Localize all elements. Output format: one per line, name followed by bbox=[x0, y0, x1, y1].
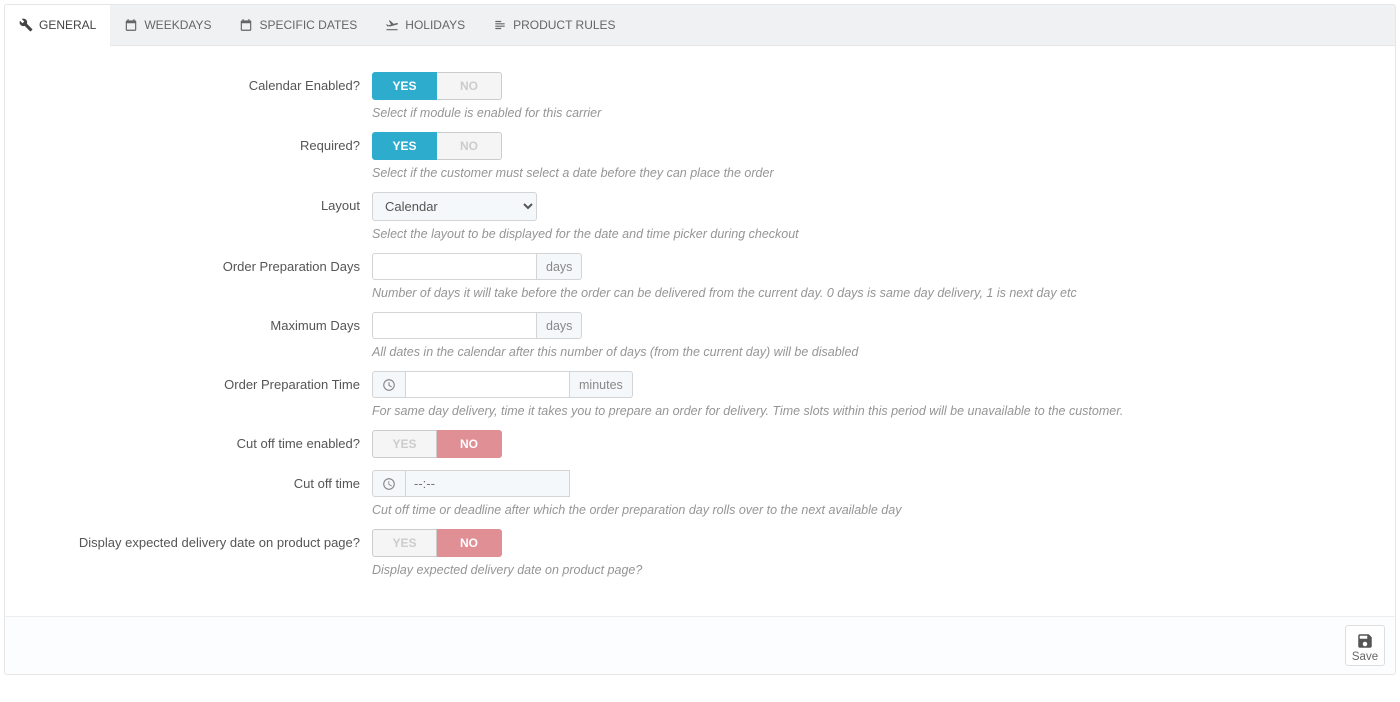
input-order-prep-time[interactable] bbox=[405, 371, 570, 398]
label-required: Required? bbox=[15, 132, 370, 153]
toggle-no[interactable]: NO bbox=[437, 72, 502, 100]
calendar-icon bbox=[124, 18, 138, 32]
plane-icon bbox=[385, 18, 399, 32]
list-icon bbox=[493, 18, 507, 32]
label-calendar-enabled: Calendar Enabled? bbox=[15, 72, 370, 93]
help-text: Number of days it will take before the o… bbox=[372, 286, 1385, 300]
clock-icon bbox=[372, 470, 405, 497]
tab-label: GENERAL bbox=[39, 18, 96, 32]
tab-label: SPECIFIC DATES bbox=[259, 18, 357, 32]
timer-icon bbox=[372, 371, 405, 398]
toggle-no[interactable]: NO bbox=[437, 430, 502, 458]
toggle-calendar-enabled[interactable]: YES NO bbox=[372, 72, 502, 100]
panel-footer: Save bbox=[5, 616, 1395, 674]
label-cutoff-enabled: Cut off time enabled? bbox=[15, 430, 370, 451]
unit-label: minutes bbox=[570, 371, 633, 398]
toggle-no[interactable]: NO bbox=[437, 132, 502, 160]
save-icon bbox=[1356, 632, 1374, 650]
save-button[interactable]: Save bbox=[1345, 625, 1385, 666]
toggle-display-expected[interactable]: YES NO bbox=[372, 529, 502, 557]
input-cutoff-time[interactable] bbox=[405, 470, 570, 497]
help-text: Select the layout to be displayed for th… bbox=[372, 227, 1385, 241]
toggle-required[interactable]: YES NO bbox=[372, 132, 502, 160]
settings-panel: GENERAL WEEKDAYS SPECIFIC DATES HOLIDAYS… bbox=[4, 4, 1396, 675]
tab-holidays[interactable]: HOLIDAYS bbox=[371, 5, 479, 45]
tab-bar: GENERAL WEEKDAYS SPECIFIC DATES HOLIDAYS… bbox=[5, 5, 1395, 46]
label-order-prep-days: Order Preparation Days bbox=[15, 253, 370, 274]
toggle-yes[interactable]: YES bbox=[372, 529, 437, 557]
toggle-yes[interactable]: YES bbox=[372, 430, 437, 458]
help-text: Cut off time or deadline after which the… bbox=[372, 503, 1385, 517]
calendar-icon bbox=[239, 18, 253, 32]
label-display-expected: Display expected delivery date on produc… bbox=[15, 529, 370, 550]
label-order-prep-time: Order Preparation Time bbox=[15, 371, 370, 392]
help-text: All dates in the calendar after this num… bbox=[372, 345, 1385, 359]
wrench-icon bbox=[19, 18, 33, 32]
input-order-prep-days[interactable] bbox=[372, 253, 537, 280]
tab-general[interactable]: GENERAL bbox=[5, 5, 110, 46]
label-cutoff-time: Cut off time bbox=[15, 470, 370, 491]
input-max-days[interactable] bbox=[372, 312, 537, 339]
select-layout[interactable]: Calendar bbox=[372, 192, 537, 221]
tab-label: HOLIDAYS bbox=[405, 18, 465, 32]
toggle-yes[interactable]: YES bbox=[372, 132, 437, 160]
form-content: Calendar Enabled? YES NO Select if modul… bbox=[5, 46, 1395, 616]
unit-label: days bbox=[537, 312, 582, 339]
toggle-cutoff-enabled[interactable]: YES NO bbox=[372, 430, 502, 458]
label-max-days: Maximum Days bbox=[15, 312, 370, 333]
help-text: Select if the customer must select a dat… bbox=[372, 166, 1385, 180]
tab-label: PRODUCT RULES bbox=[513, 18, 615, 32]
help-text: For same day delivery, time it takes you… bbox=[372, 404, 1385, 418]
save-label: Save bbox=[1352, 651, 1378, 663]
unit-label: days bbox=[537, 253, 582, 280]
tab-label: WEEKDAYS bbox=[144, 18, 211, 32]
tab-weekdays[interactable]: WEEKDAYS bbox=[110, 5, 225, 45]
toggle-no[interactable]: NO bbox=[437, 529, 502, 557]
tab-product-rules[interactable]: PRODUCT RULES bbox=[479, 5, 629, 45]
help-text: Select if module is enabled for this car… bbox=[372, 106, 1385, 120]
help-text: Display expected delivery date on produc… bbox=[372, 563, 1385, 577]
toggle-yes[interactable]: YES bbox=[372, 72, 437, 100]
label-layout: Layout bbox=[15, 192, 370, 213]
tab-specific-dates[interactable]: SPECIFIC DATES bbox=[225, 5, 371, 45]
